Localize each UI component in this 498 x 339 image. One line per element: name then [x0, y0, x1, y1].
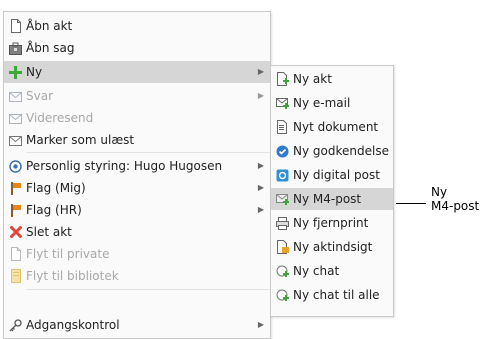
submenu-item-ny-godkendelse[interactable]: Ny godkendelse [271, 140, 393, 162]
digital-post-icon [276, 168, 289, 182]
submenu-arrow-icon: ▶ [257, 91, 264, 100]
submenu-item-label: Ny chat til alle [293, 288, 380, 302]
remote-print-icon [276, 216, 289, 230]
menu-item-flyt-til-bibliotek[interactable]: Flyt til bibliotek [4, 265, 270, 287]
menu-item-label: Svar [26, 89, 54, 103]
plus-icon [9, 65, 22, 79]
menu-item-label: Flyt til private [26, 247, 110, 261]
submenu-item-label: Ny godkendelse [293, 144, 389, 158]
menu-item-videresend[interactable]: Videresend [4, 107, 270, 129]
submenu-arrow-icon: ▶ [257, 161, 264, 170]
menu-item-label: Flag (Mig) [26, 181, 86, 195]
new-document-icon [276, 72, 289, 86]
submenu-item-label: Ny M4-post [293, 192, 362, 206]
menu-item-label: Åbn akt [26, 19, 73, 33]
approval-icon [276, 144, 289, 158]
submenu-item-ny-chat[interactable]: Ny chat [271, 260, 393, 282]
menu-item-label: Flag (HR) [26, 203, 82, 217]
reply-icon [9, 89, 22, 103]
menu-item-slet-akt[interactable]: Slet akt [4, 221, 270, 243]
submenu-item-label: Ny akt [293, 72, 332, 86]
menu-item-aabn-akt[interactable]: Åbn akt [4, 15, 270, 37]
submenu-item-label: Ny aktindsigt [293, 240, 373, 254]
menu-item-flag-hr[interactable]: Flag (HR) ▶ [4, 199, 270, 221]
menu-item-label: Personlig styring: Hugo Hugosen [26, 159, 223, 173]
menu-item-svar[interactable]: Svar ▶ [4, 85, 270, 107]
submenu-arrow-icon: ▶ [257, 183, 264, 192]
new-email-icon [276, 96, 289, 110]
menu-item-ny[interactable]: Ny ▶ [4, 61, 270, 83]
menu-item-aabn-sag[interactable]: Åbn sag [4, 37, 270, 59]
callout-label: Ny M4-post [431, 185, 479, 213]
envelope-icon [9, 133, 22, 147]
submenu-item-ny-digital-post[interactable]: Ny digital post [271, 164, 393, 186]
submenu-item-ny-chat-til-alle[interactable]: Ny chat til alle [271, 284, 393, 306]
move-library-icon [9, 269, 22, 283]
new-file-icon [276, 120, 289, 134]
menu-item-label: Flyt til bibliotek [26, 269, 119, 283]
menu-item-label: Marker som ulæst [26, 133, 135, 147]
forward-icon [9, 111, 22, 125]
menu-item-label: Videresend [26, 111, 94, 125]
flag-icon [9, 203, 22, 217]
callout-line-2: M4-post [431, 199, 480, 213]
submenu-item-label: Ny chat [293, 264, 340, 278]
document-icon [9, 19, 22, 33]
m4-post-icon [276, 192, 289, 206]
submenu-item-label: Ny digital post [293, 168, 380, 182]
delete-icon [9, 225, 22, 239]
submenu-item-label: Nyt dokument [293, 120, 379, 134]
menu-item-flyt-til-private[interactable]: Flyt til private [4, 243, 270, 265]
menu-item-label: Slet akt [26, 225, 72, 239]
submenu-item-ny-fjernprint[interactable]: Ny fjernprint [271, 212, 393, 234]
menu-separator [26, 152, 270, 153]
menu-separator [26, 289, 270, 290]
chat-all-icon [276, 288, 289, 302]
submenu-arrow-icon: ▶ [257, 205, 264, 214]
submenu-item-label: Ny e-mail [293, 96, 351, 110]
case-icon [9, 41, 22, 55]
menu-item-flag-mig[interactable]: Flag (Mig) ▶ [4, 177, 270, 199]
chat-icon [276, 264, 289, 278]
submenu-item-label: Ny fjernprint [293, 216, 369, 230]
menu-item-label: Adgangskontrol [26, 318, 120, 332]
menu-item-label: Åbn sag [26, 41, 75, 55]
context-menu: Åbn akt Åbn sag Ny ▶ Svar ▶ Videresend M… [3, 11, 271, 339]
callout-line-1: Ny [431, 185, 448, 199]
menu-item-label: Ny [26, 65, 43, 79]
key-icon [9, 318, 22, 332]
submenu-arrow-icon: ▶ [257, 67, 264, 76]
submenu-item-ny-email[interactable]: Ny e-mail [271, 92, 393, 114]
submenu-item-ny-aktindsigt[interactable]: Ny aktindsigt [271, 236, 393, 258]
access-request-icon [276, 240, 289, 254]
submenu-item-ny-m4-post[interactable]: Ny M4-post [271, 188, 393, 210]
new-submenu: Ny akt Ny e-mail Nyt dokument Ny godkend… [270, 65, 394, 317]
move-private-icon [9, 247, 22, 261]
flag-icon [9, 181, 22, 195]
callout-line [396, 203, 426, 204]
menu-item-personlig-styring[interactable]: Personlig styring: Hugo Hugosen ▶ [4, 155, 270, 177]
menu-item-marker-som-ulaest[interactable]: Marker som ulæst [4, 129, 270, 151]
submenu-item-nyt-dokument[interactable]: Nyt dokument [271, 116, 393, 138]
eye-icon [9, 159, 22, 173]
submenu-item-ny-akt[interactable]: Ny akt [271, 68, 393, 90]
